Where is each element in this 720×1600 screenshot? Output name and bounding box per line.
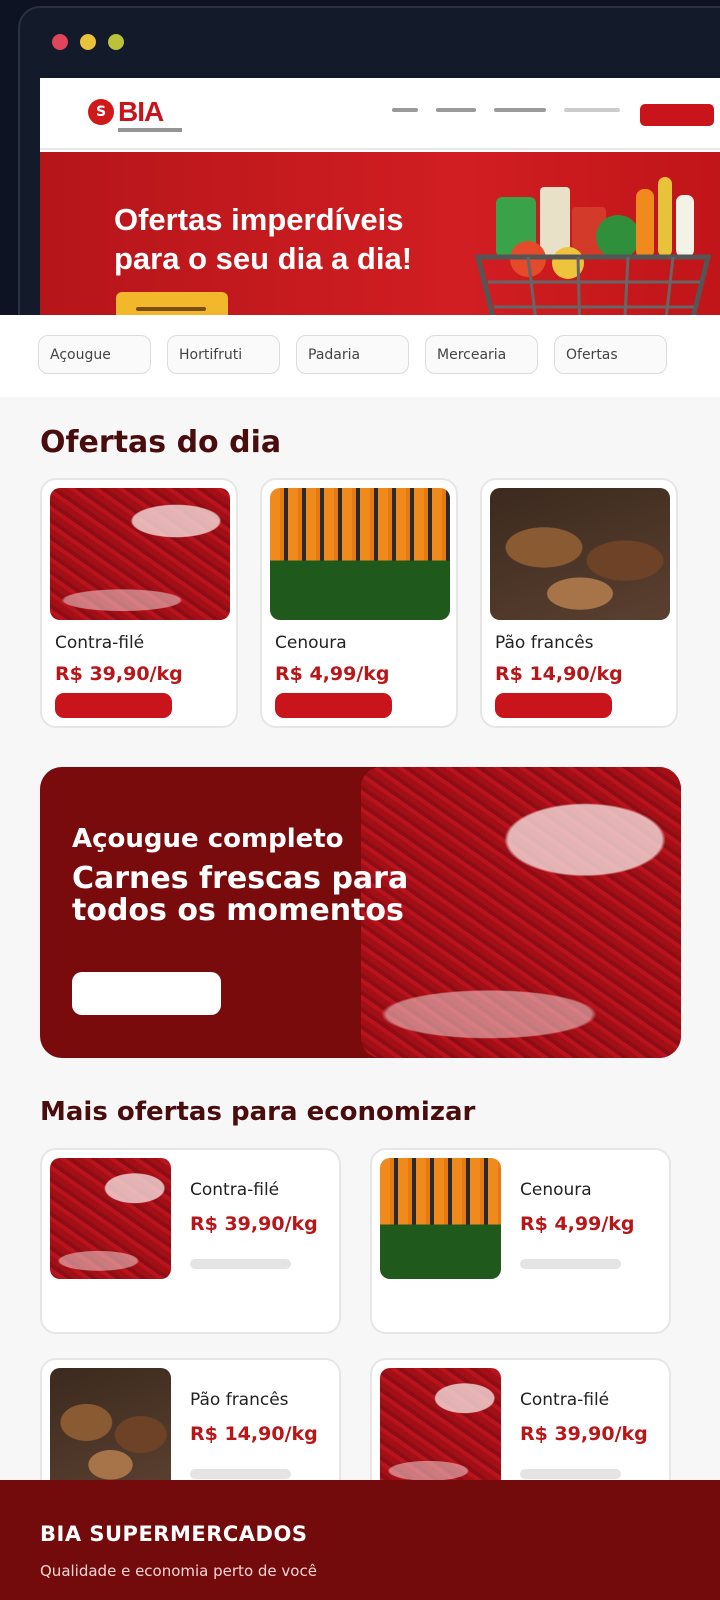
product-name: Contra-filé — [55, 633, 145, 653]
offer-list-card[interactable]: Contra-filé R$ 39,90/kg — [40, 1148, 341, 1334]
category-bar: Açougue Hortifruti Padaria Mercearia Ofe… — [0, 315, 720, 397]
website-preview: S BIA Ofertas imperdíveis para o seu dia… — [40, 78, 720, 315]
category-chip-padaria[interactable]: Padaria — [296, 335, 409, 374]
product-price: R$ 39,90/kg — [190, 1213, 318, 1235]
product-image-carrot — [270, 488, 450, 620]
placeholder-bar — [190, 1259, 291, 1269]
product-name: Pão francês — [190, 1390, 289, 1410]
product-name: Cenoura — [520, 1180, 592, 1200]
promo-headline: Carnes frescas para todos os momentos — [72, 861, 409, 928]
site-nav-item — [494, 108, 546, 112]
product-image-meat — [50, 1158, 171, 1279]
site-nav-item — [436, 108, 476, 112]
promo-eyebrow: Açougue completo — [72, 824, 344, 854]
placeholder-bar — [520, 1259, 621, 1269]
promo-button[interactable] — [72, 972, 221, 1015]
site-nav-item — [392, 108, 418, 112]
product-image-bread — [50, 1368, 171, 1489]
product-image-meat — [380, 1368, 501, 1489]
offer-card[interactable]: Pão francês R$ 14,90/kg — [480, 478, 678, 728]
minimize-dot-icon — [80, 34, 96, 50]
offer-list-card[interactable]: Cenoura R$ 4,99/kg — [370, 1148, 671, 1334]
site-cta-button — [640, 104, 714, 126]
category-chip-ofertas[interactable]: Ofertas — [554, 335, 667, 374]
banner-headline: Ofertas imperdíveis para o seu dia a dia… — [114, 202, 413, 276]
footer-tagline: Qualidade e economia perto de você — [40, 1562, 317, 1580]
product-image-bread — [490, 488, 670, 620]
window-controls — [52, 34, 124, 50]
butcher-promo-banner[interactable]: Açougue completo Carnes frescas para tod… — [40, 767, 681, 1058]
category-chip-hortifruti[interactable]: Hortifruti — [167, 335, 280, 374]
product-image-carrot — [380, 1158, 501, 1279]
category-chip-acougue[interactable]: Açougue — [38, 335, 151, 374]
product-price: R$ 4,99/kg — [520, 1213, 635, 1235]
product-price: R$ 14,90/kg — [495, 663, 623, 685]
site-banner: Ofertas imperdíveis para o seu dia a dia… — [40, 152, 720, 315]
product-price: R$ 39,90/kg — [55, 663, 183, 685]
product-name: Pão francês — [495, 633, 594, 653]
product-price: R$ 14,90/kg — [190, 1423, 318, 1445]
logo-text: BIA — [118, 96, 164, 127]
logo-badge-icon: S — [88, 99, 114, 125]
offer-card[interactable]: Contra-filé R$ 39,90/kg — [40, 478, 238, 728]
product-name: Cenoura — [275, 633, 347, 653]
product-price: R$ 4,99/kg — [275, 663, 390, 685]
more-offers-title: Mais ofertas para economizar — [40, 1097, 476, 1127]
site-nav — [392, 108, 620, 112]
add-to-cart-button[interactable] — [55, 693, 172, 718]
site-header: S BIA — [40, 78, 720, 150]
hero-image: S BIA Ofertas imperdíveis para o seu dia… — [0, 0, 720, 315]
add-to-cart-button[interactable] — [495, 693, 612, 718]
grocery-basket-icon — [474, 177, 712, 315]
close-dot-icon — [52, 34, 68, 50]
product-name: Contra-filé — [190, 1180, 280, 1200]
product-name: Contra-filé — [520, 1390, 610, 1410]
add-to-cart-button[interactable] — [275, 693, 392, 718]
logo-subtitle-blur — [118, 128, 182, 132]
browser-mockup: S BIA Ofertas imperdíveis para o seu dia… — [18, 6, 720, 315]
product-image-meat — [50, 488, 230, 620]
banner-button — [116, 292, 228, 315]
product-price: R$ 39,90/kg — [520, 1423, 648, 1445]
daily-offers-title: Ofertas do dia — [40, 425, 282, 460]
placeholder-bar — [190, 1469, 291, 1479]
logo: S BIA — [88, 96, 164, 128]
footer-brand: BIA SUPERMERCADOS — [40, 1522, 308, 1546]
placeholder-bar — [520, 1469, 621, 1479]
offer-card[interactable]: Cenoura R$ 4,99/kg — [260, 478, 458, 728]
footer: BIA SUPERMERCADOS Qualidade e economia p… — [0, 1480, 720, 1600]
site-nav-item — [564, 108, 620, 112]
maximize-dot-icon — [108, 34, 124, 50]
category-chip-mercearia[interactable]: Mercearia — [425, 335, 538, 374]
